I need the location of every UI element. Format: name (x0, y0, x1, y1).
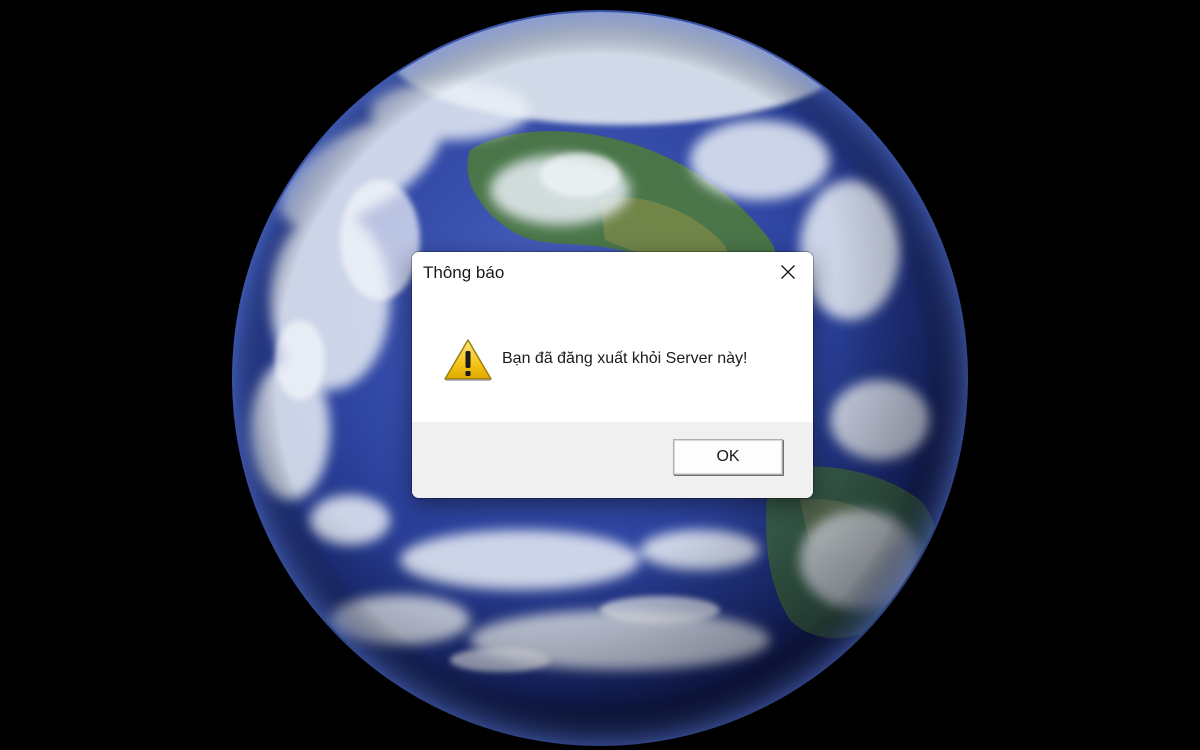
message-dialog: Thông báo Bạn đã đăng xuất khỏi Server n… (412, 252, 813, 498)
dialog-message: Bạn đã đăng xuất khỏi Server này! (502, 350, 748, 367)
close-icon (781, 265, 795, 279)
dialog-body: Bạn đã đăng xuất khỏi Server này! (412, 294, 813, 422)
ok-button[interactable]: OK (673, 439, 783, 475)
warning-icon (444, 339, 492, 381)
desktop: Thông báo Bạn đã đăng xuất khỏi Server n… (0, 0, 1200, 750)
close-button[interactable] (763, 252, 813, 292)
dialog-title: Thông báo (423, 263, 505, 282)
dialog-titlebar[interactable]: Thông báo (412, 252, 813, 294)
dialog-footer: OK (412, 422, 813, 498)
